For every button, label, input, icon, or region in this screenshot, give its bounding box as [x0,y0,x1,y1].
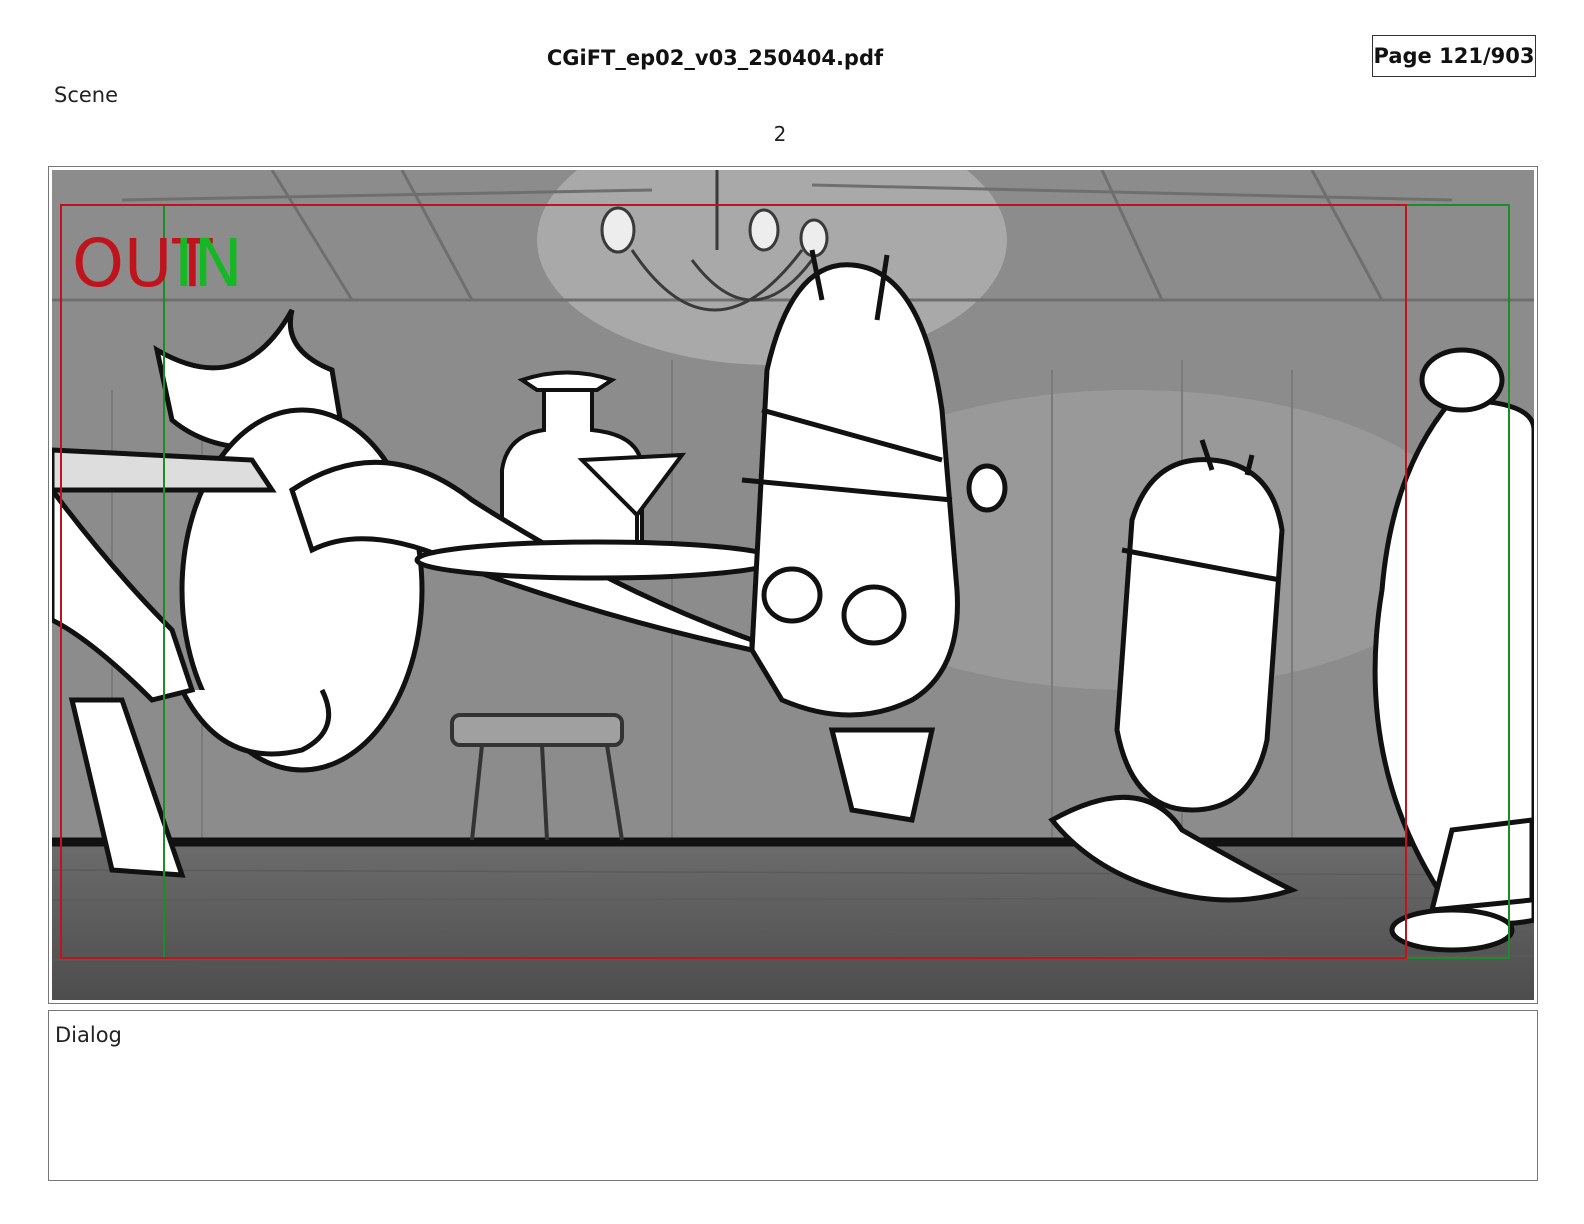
page-indicator: Page 121/903 [1372,35,1536,77]
dialog-box: Dialog [48,1010,1538,1181]
scene-label: Scene [54,83,119,107]
storyboard-frame: OUT IN [52,170,1534,1000]
storyboard-panel: OUT IN [48,166,1538,1004]
scene-number: 2 [773,122,787,146]
dialog-label: Dialog [55,1023,122,1047]
storyboard-sketch: OUT IN [52,170,1534,1000]
document-title: CGiFT_ep02_v03_250404.pdf [546,46,884,70]
in-marker: IN [174,225,243,302]
bar-counter [52,846,1534,1000]
